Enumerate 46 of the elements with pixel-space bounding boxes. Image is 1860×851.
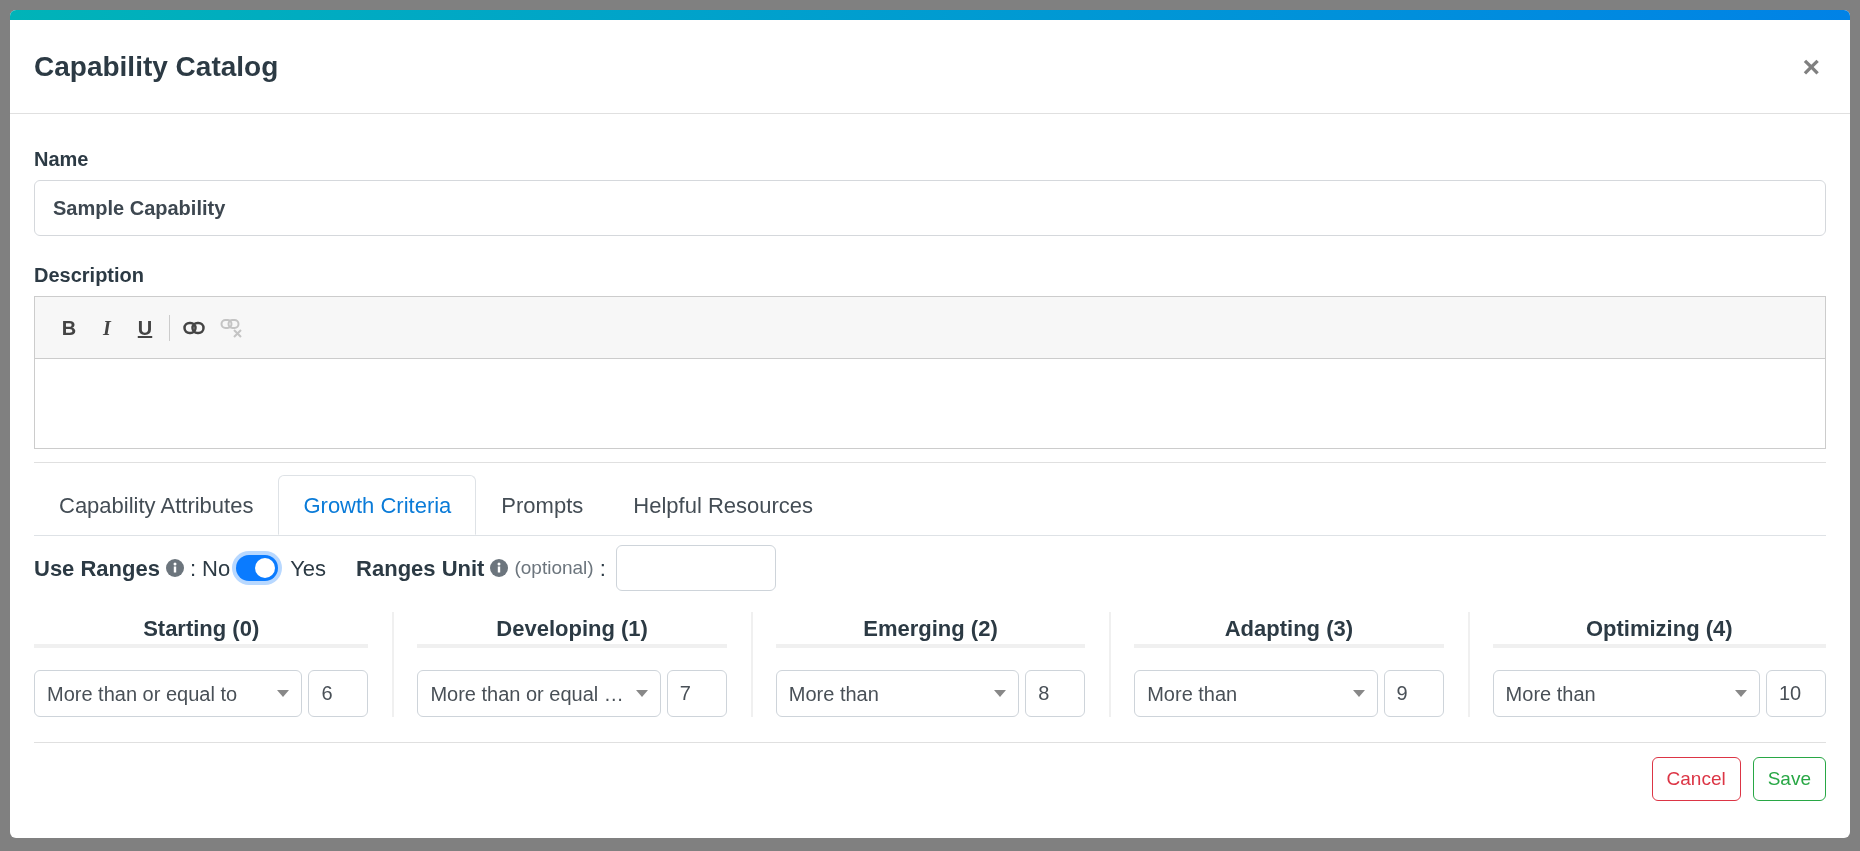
bold-button[interactable]: B bbox=[55, 312, 83, 343]
italic-button[interactable]: I bbox=[93, 312, 121, 343]
close-button[interactable]: × bbox=[1802, 51, 1820, 82]
name-input[interactable]: Sample Capability bbox=[34, 180, 1826, 236]
dialog-title: Capability Catalog bbox=[34, 49, 279, 84]
option-label: No bbox=[202, 554, 231, 583]
operator-select[interactable]: More than or equal … bbox=[417, 670, 661, 717]
field-label: Use Ranges bbox=[34, 554, 160, 583]
underline-button[interactable]: U bbox=[131, 312, 159, 343]
option-label: Yes bbox=[290, 554, 327, 583]
info-icon bbox=[165, 559, 184, 577]
tab[interactable]: Capability Attributes bbox=[34, 475, 279, 535]
caret-icon bbox=[1352, 689, 1365, 698]
value-input[interactable]: 7 bbox=[666, 670, 727, 717]
column-heading: Emerging (2) bbox=[775, 612, 1086, 648]
link-icon bbox=[183, 320, 205, 335]
separator-text: : bbox=[189, 554, 197, 583]
caret-icon bbox=[635, 689, 648, 698]
value-input[interactable]: 8 bbox=[1025, 670, 1086, 717]
operator-select[interactable]: More than bbox=[775, 670, 1020, 717]
editor-area[interactable] bbox=[34, 359, 1826, 449]
field-label: Name bbox=[34, 147, 90, 172]
separator-text: : bbox=[599, 554, 606, 583]
operator-select[interactable]: More than or equal to bbox=[34, 670, 303, 717]
column-heading: Adapting (3) bbox=[1134, 612, 1444, 648]
unit-input[interactable] bbox=[615, 545, 776, 591]
caret-icon bbox=[994, 689, 1007, 698]
unlink-icon bbox=[220, 317, 244, 338]
column-heading: Optimizing (4) bbox=[1492, 612, 1826, 648]
field-label: Description bbox=[34, 263, 146, 288]
tab[interactable]: Growth Criteria bbox=[278, 475, 477, 535]
tab[interactable]: Prompts bbox=[476, 475, 609, 535]
value-input[interactable]: 9 bbox=[1383, 670, 1444, 717]
caret-icon bbox=[1735, 689, 1747, 698]
hint-text: (optional) bbox=[514, 555, 594, 580]
field-label: Ranges Unit bbox=[356, 554, 485, 583]
operator-select[interactable]: More than bbox=[1134, 670, 1378, 717]
column-heading: Starting (0) bbox=[34, 612, 369, 648]
tab[interactable]: Helpful Resources bbox=[608, 475, 839, 535]
column-heading: Developing (1) bbox=[417, 612, 727, 648]
operator-select[interactable]: More than bbox=[1492, 670, 1760, 717]
value-input[interactable]: 6 bbox=[308, 670, 369, 717]
info-icon bbox=[490, 559, 509, 577]
cancel-button[interactable]: Cancel bbox=[1651, 757, 1741, 801]
value-input[interactable]: 10 bbox=[1766, 670, 1826, 717]
caret-icon bbox=[277, 689, 290, 698]
